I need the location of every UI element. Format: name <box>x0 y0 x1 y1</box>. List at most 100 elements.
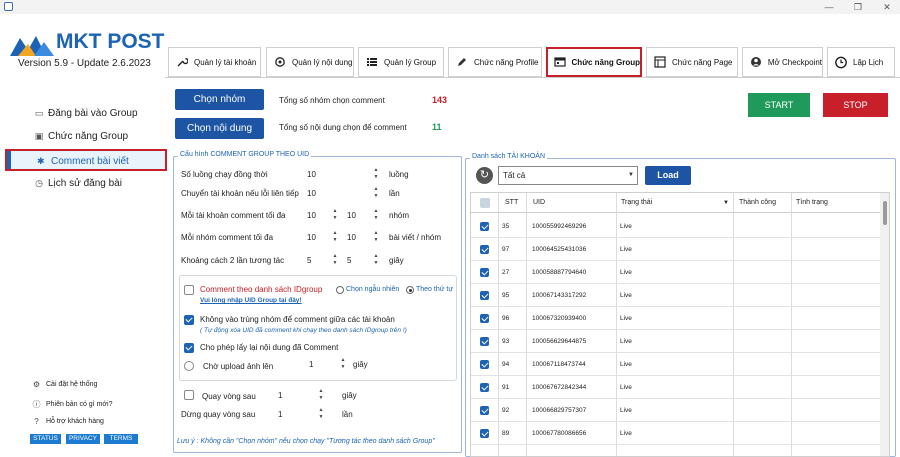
by-idgroup-checkbox[interactable] <box>184 285 194 295</box>
import-uid-link[interactable]: Vui lòng nhập UID Group tại đây! <box>200 297 302 304</box>
wait-upload-spinner[interactable]: ▲ ▼ <box>339 357 347 371</box>
wait-upload-unit: giây <box>353 360 368 369</box>
row-checkbox[interactable] <box>480 222 489 231</box>
tab-profile-features[interactable]: Chức năng Profile <box>448 47 542 77</box>
table-row[interactable]: 94 100067118473744 Live <box>471 353 881 376</box>
sidebar-support[interactable]: ? Hỗ trợ khách hàng <box>32 417 104 426</box>
accounts-panel-title: Danh sách TÀI KHOẢN <box>470 153 548 160</box>
wait-upload-checkbox[interactable] <box>184 361 194 371</box>
loop-input[interactable]: 1 <box>278 391 282 400</box>
table-row[interactable]: 95 100067143317292 Live <box>471 284 881 307</box>
max-per-group-from[interactable]: 10 <box>307 233 316 242</box>
max-per-group-to-spinner[interactable]: ▲ ▼ <box>372 230 380 244</box>
logo-area: MKT POST Version 5.9 - Update 2.6.2023 <box>0 14 165 94</box>
interval-from[interactable]: 5 <box>307 256 311 265</box>
close-button[interactable]: ✕ <box>880 1 894 13</box>
column-header-condition[interactable]: Tình trạng <box>796 193 828 213</box>
row-checkbox[interactable] <box>480 314 489 323</box>
threads-label: Số luồng chạy đồng thời <box>181 170 268 179</box>
column-header-status[interactable]: Trạng thái <box>621 193 652 213</box>
table-row[interactable]: 93 100056629644875 Live <box>471 330 881 353</box>
row-checkbox[interactable] <box>480 337 489 346</box>
threads-input[interactable]: 10 <box>307 170 316 179</box>
column-header-stt[interactable]: STT <box>505 193 518 213</box>
sidebar-item-post-history[interactable]: ◷ Lịch sử đăng bài <box>34 178 122 189</box>
sidebar-item-comment-posts[interactable]: ✱ Comment bài viết <box>5 149 167 171</box>
loop-spinner[interactable]: ▲ ▼ <box>317 388 325 402</box>
table-row[interactable]: 97 100064525431036 Live <box>471 238 881 261</box>
interval-to-spinner[interactable]: ▲ ▼ <box>372 253 380 267</box>
interval-from-spinner[interactable]: ▲ ▼ <box>331 253 339 267</box>
main-tabs: Quản lý tài khoản Quản lý nội dung Quản … <box>168 47 900 77</box>
status-badge[interactable]: STATUS <box>30 434 61 444</box>
refresh-icon[interactable]: ↻ <box>476 167 493 184</box>
stop-loop-input[interactable]: 1 <box>278 410 282 419</box>
stop-loop-spinner[interactable]: ▲ ▼ <box>317 407 325 421</box>
stop-loop-label: Dừng quay vòng sau <box>181 410 256 419</box>
no-overlap-checkbox[interactable] <box>184 315 194 325</box>
reuse-content-checkbox[interactable] <box>184 343 194 353</box>
app-icon <box>4 2 13 11</box>
row-checkbox[interactable] <box>480 245 489 254</box>
table-row[interactable]: 35 100055992469296 Live <box>471 215 881 238</box>
tab-content-management[interactable]: Quản lý nội dung <box>266 47 354 77</box>
privacy-badge[interactable]: PRIVACY <box>66 434 100 444</box>
sort-arrow-icon[interactable]: ▼ <box>723 193 729 213</box>
sidebar-item-group-features[interactable]: ▣ Chức năng Group <box>34 131 128 142</box>
max-per-group-to[interactable]: 10 <box>347 233 356 242</box>
loop-label: Quay vòng sau <box>202 392 256 401</box>
choose-content-button[interactable]: Chọn nội dung <box>175 118 264 139</box>
column-header-uid[interactable]: UID <box>533 193 545 213</box>
random-radio[interactable] <box>336 286 344 294</box>
row-checkbox[interactable] <box>480 268 489 277</box>
row-checkbox[interactable] <box>480 429 489 438</box>
interval-to[interactable]: 5 <box>347 256 351 265</box>
switch-account-input[interactable]: 10 <box>307 189 316 198</box>
loop-unit: giây <box>342 391 357 400</box>
tab-group-features[interactable]: Chức năng Group <box>546 47 642 77</box>
switch-account-spinner[interactable]: ▲ ▼ <box>372 186 380 200</box>
table-row[interactable]: 27 100058887794640 Live <box>471 261 881 284</box>
row-checkbox[interactable] <box>480 360 489 369</box>
loop-checkbox[interactable] <box>184 390 194 400</box>
max-per-account-from[interactable]: 10 <box>307 211 316 220</box>
sidebar-system-settings[interactable]: ⚙ Cài đặt hệ thống <box>32 380 97 389</box>
row-checkbox[interactable] <box>480 383 489 392</box>
tab-open-checkpoint[interactable]: Mở Checkpoint <box>742 47 823 77</box>
max-per-group-from-spinner[interactable]: ▲ ▼ <box>331 230 339 244</box>
account-filter-select[interactable]: Tất cả ▼ <box>498 166 638 185</box>
pencil-icon <box>455 55 469 69</box>
table-row[interactable]: 96 100067320939400 Live <box>471 307 881 330</box>
minimize-button[interactable]: — <box>822 1 836 13</box>
row-stt: 91 <box>502 384 510 391</box>
start-button[interactable]: START <box>748 93 810 117</box>
table-scrollbar[interactable] <box>880 193 889 456</box>
sidebar-item-post-to-group[interactable]: ▭ Đăng bài vào Group <box>34 108 138 119</box>
threads-spinner[interactable]: ▲ ▼ <box>372 167 380 181</box>
choose-group-button[interactable]: Chọn nhóm <box>175 89 264 110</box>
max-per-account-to[interactable]: 10 <box>347 211 356 220</box>
sidebar-whats-new[interactable]: ⓘ Phiên bản có gì mới? <box>32 400 113 409</box>
table-row[interactable]: 89 100067780086656 Live <box>471 422 881 445</box>
column-header-success[interactable]: Thành công <box>739 193 776 213</box>
terms-badge[interactable]: TERMS <box>104 434 138 444</box>
table-row[interactable]: 92 100066829757307 Live <box>471 399 881 422</box>
load-button[interactable]: Load <box>645 166 691 185</box>
wait-upload-input[interactable]: 1 <box>309 360 313 369</box>
order-radio[interactable] <box>406 286 414 294</box>
tab-page-features[interactable]: Chức năng Page <box>646 47 738 77</box>
row-status: Live <box>620 246 632 253</box>
table-row[interactable]: 91 100067672842344 Live <box>471 376 881 399</box>
max-per-account-to-spinner[interactable]: ▲ ▼ <box>372 208 380 222</box>
stop-button[interactable]: STOP <box>823 93 888 117</box>
row-checkbox[interactable] <box>480 291 489 300</box>
tab-account-management[interactable]: Quản lý tài khoản <box>168 47 261 77</box>
tab-schedule[interactable]: Lập Lịch <box>827 47 895 77</box>
row-checkbox[interactable] <box>480 406 489 415</box>
tab-group-management[interactable]: Quản lý Group <box>358 47 444 77</box>
max-per-account-from-spinner[interactable]: ▲ ▼ <box>331 208 339 222</box>
maximize-button[interactable]: ❐ <box>851 1 865 13</box>
stop-loop-unit: lần <box>342 410 353 419</box>
scrollbar-thumb[interactable] <box>883 201 887 225</box>
select-all-checkbox[interactable] <box>480 198 490 208</box>
